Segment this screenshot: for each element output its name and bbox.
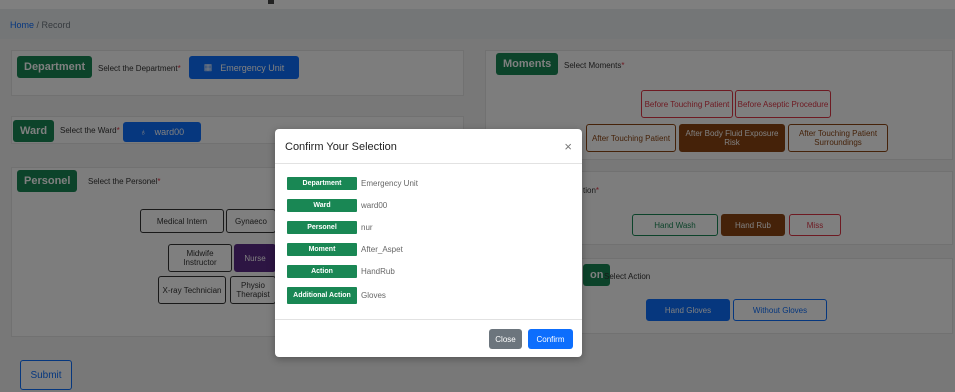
confirm-modal: Confirm Your Selection × Department Emer… — [275, 129, 582, 357]
modal-confirm-button[interactable]: Confirm — [528, 329, 573, 349]
confirm-row-personel: Personel nur — [287, 219, 567, 235]
modal-divider-top — [275, 163, 582, 164]
confirm-row-moment: Moment After_Aspet — [287, 241, 567, 257]
confirm-value: HandRub — [361, 266, 395, 276]
confirm-label: Personel — [287, 220, 357, 234]
modal-close-button[interactable]: Close — [489, 329, 522, 349]
confirm-value: Gloves — [361, 290, 386, 300]
close-icon[interactable]: × — [564, 139, 572, 154]
modal-title: Confirm Your Selection — [285, 141, 397, 153]
confirm-row-additional-action: Additional Action Gloves — [287, 286, 567, 304]
confirm-label: Ward — [287, 198, 357, 212]
confirm-label: Action — [287, 264, 357, 278]
confirm-label: Department — [287, 176, 357, 190]
modal-divider-bottom — [275, 319, 582, 320]
confirm-label: Additional Action — [287, 286, 357, 304]
confirm-value: nur — [361, 222, 373, 232]
confirm-value: After_Aspet — [361, 244, 403, 254]
confirm-row-ward: Ward ward00 — [287, 197, 567, 213]
confirm-value: Emergency Unit — [361, 178, 418, 188]
confirm-row-department: Department Emergency Unit — [287, 175, 567, 191]
confirm-label: Moment — [287, 242, 357, 256]
confirm-value: ward00 — [361, 200, 388, 210]
confirm-row-action: Action HandRub — [287, 263, 567, 279]
